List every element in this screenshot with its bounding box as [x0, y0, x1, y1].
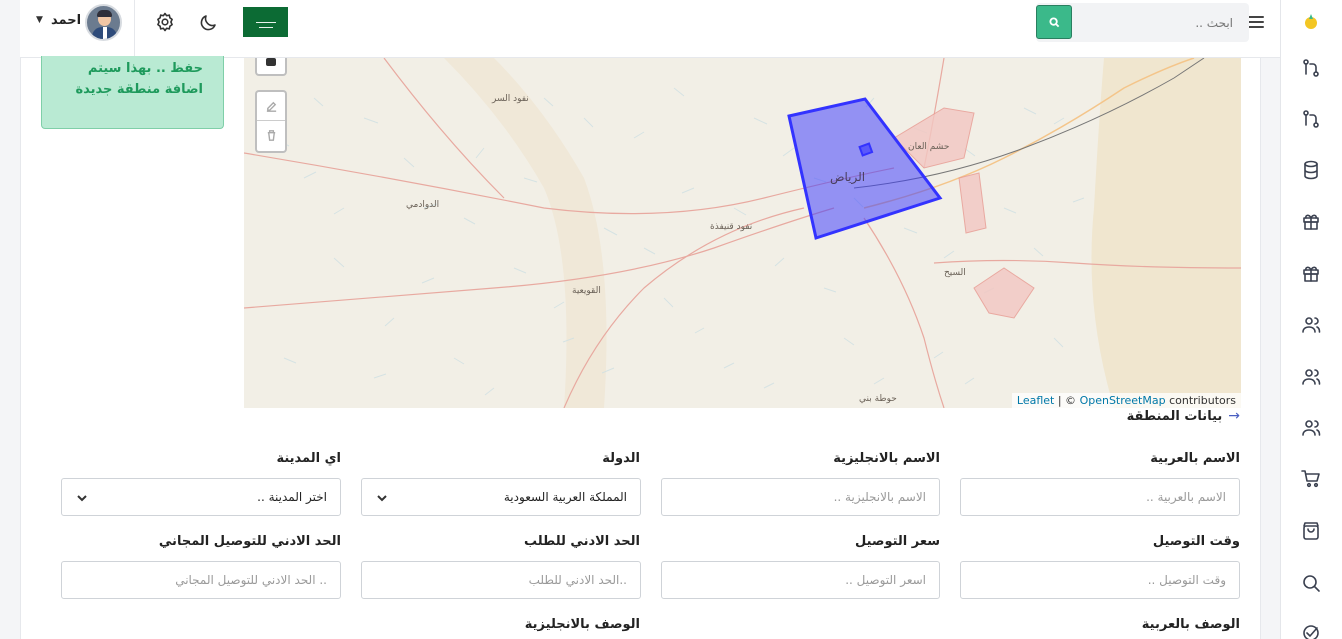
- database-icon[interactable]: [1300, 159, 1322, 181]
- city-select[interactable]: اختر المدينة ..: [61, 478, 341, 516]
- map-label-hisham: حشم العان: [908, 142, 950, 152]
- map-label-dawadmi: الدوادمي: [406, 200, 440, 210]
- logo-icon[interactable]: [1300, 10, 1322, 32]
- gift-icon[interactable]: [1300, 262, 1322, 284]
- trash-icon: [267, 130, 275, 141]
- user-name: احمد: [51, 13, 82, 28]
- avatar: [85, 4, 122, 41]
- map-view[interactable]: الرياض حشم العان نفود السر الدوادمي نفود…: [244, 58, 1241, 408]
- country-value: المملكة العربية السعودية: [503, 490, 627, 504]
- side-rail: [1280, 0, 1342, 639]
- draw-toolbar: [255, 90, 287, 153]
- map-tiles: [244, 58, 1241, 408]
- gift-icon[interactable]: [1300, 210, 1322, 232]
- map-label-seih: السيح: [944, 268, 966, 278]
- min-order-label: الحد الادني للطلب: [523, 534, 640, 549]
- map-label-quwayiyah: القويعية: [572, 286, 601, 296]
- search-button[interactable]: [1036, 5, 1072, 39]
- delivery-time-label: وقت التوصيل: [1152, 534, 1240, 549]
- name-ar-label: الاسم بالعربية: [1150, 451, 1240, 466]
- city-value: اختر المدينة ..: [257, 490, 327, 504]
- map-attribution: Leaflet | © OpenStreetMap contributors: [1011, 393, 1241, 408]
- leaflet-link[interactable]: Leaflet: [1017, 394, 1054, 407]
- chevron-down-icon: ▼: [36, 15, 43, 25]
- content-panel: حفظ .. بهذا سيتم اضافة منطقة جديدة الريا…: [20, 56, 1261, 639]
- map-label-riyadh: الرياض: [830, 170, 866, 184]
- gear-icon[interactable]: [154, 11, 176, 33]
- check-icon[interactable]: [1300, 622, 1322, 639]
- search-icon[interactable]: [1300, 572, 1322, 594]
- cart-icon[interactable]: [1300, 468, 1322, 490]
- top-bar: احمد ▼: [20, 0, 1280, 58]
- users-icon[interactable]: [1300, 417, 1322, 439]
- bag-icon[interactable]: [1300, 520, 1322, 542]
- min-order-input[interactable]: ..الحد الادني للطلب: [361, 561, 641, 599]
- save-notice: حفظ .. بهذا سيتم اضافة منطقة جديدة: [41, 56, 224, 129]
- search-box: [1036, 3, 1249, 42]
- delivery-time-input[interactable]: وقت التوصيل ..: [960, 561, 1240, 599]
- map-label-nafud-qunayfidhah: نفود قنيفذة: [710, 222, 753, 232]
- city-label: اي المدينة: [276, 451, 341, 466]
- attribution-contributors: contributors: [1169, 394, 1236, 407]
- country-select[interactable]: المملكة العربية السعودية: [361, 478, 641, 516]
- delivery-price-input[interactable]: اسعر التوصيل ..: [661, 561, 940, 599]
- section-title: → بيانات المنطقة: [1127, 408, 1240, 424]
- branch-icon[interactable]: [1300, 57, 1322, 79]
- delete-layers-button[interactable]: [257, 121, 285, 150]
- name-ar-input[interactable]: الاسم بالعربية ..: [960, 478, 1240, 516]
- edit-layers-button[interactable]: [257, 92, 285, 121]
- branch-icon[interactable]: [1300, 108, 1322, 130]
- map-label-hawtat-bani: حوطة بني: [859, 394, 897, 404]
- chevron-down-icon: [376, 492, 388, 504]
- map-label-nafud-sirr: نفود السر: [492, 94, 529, 104]
- desc-ar-label: الوصف بالعربية: [1141, 617, 1240, 632]
- delivery-price-label: سعر التوصيل: [854, 534, 940, 549]
- saudi-flag-icon[interactable]: [243, 7, 288, 37]
- osm-link[interactable]: OpenStreetMap: [1080, 394, 1166, 407]
- draw-polygon-button[interactable]: [255, 58, 287, 76]
- min-free-delivery-input[interactable]: .. الحد الادني للتوصيل المجاني: [61, 561, 341, 599]
- min-free-delivery-label: الحد الادني للتوصيل المجاني: [158, 534, 341, 549]
- section-title-text: بيانات المنطقة: [1126, 408, 1223, 424]
- attribution-separator: | ©: [1057, 394, 1077, 407]
- search-input[interactable]: [1074, 3, 1249, 42]
- country-label: الدولة: [602, 451, 640, 466]
- name-en-input[interactable]: الاسم بالانجليزية ..: [661, 478, 940, 516]
- users-icon[interactable]: [1300, 366, 1322, 388]
- user-menu[interactable]: احمد ▼: [20, 0, 135, 58]
- name-en-label: الاسم بالانجليزية: [833, 451, 940, 466]
- desc-en-label: الوصف بالانجليزية: [524, 617, 640, 632]
- moon-icon[interactable]: [198, 11, 220, 33]
- search-icon: [1048, 16, 1059, 27]
- notice-text: حفظ .. بهذا سيتم اضافة منطقة جديدة: [75, 61, 203, 97]
- users-icon[interactable]: [1300, 314, 1322, 336]
- arrow-right-icon: →: [1228, 408, 1240, 424]
- edit-icon: [266, 101, 276, 112]
- chevron-down-icon: [76, 492, 88, 504]
